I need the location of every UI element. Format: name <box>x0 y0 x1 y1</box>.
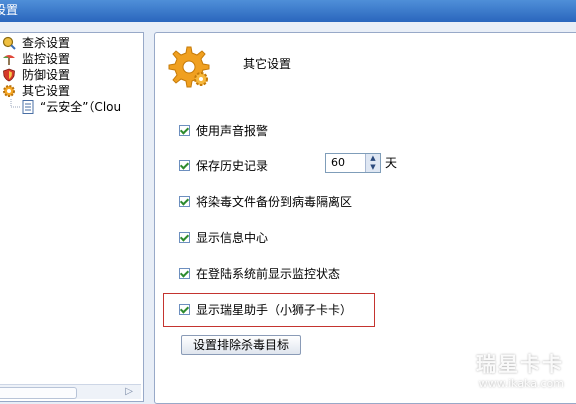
stepper-up-icon[interactable]: ▲ <box>366 154 380 163</box>
window-title: 设置 <box>0 3 19 17</box>
stepper-buttons: ▲ ▼ <box>365 154 380 172</box>
checkbox[interactable] <box>179 125 190 136</box>
option-label: 在登陆系统前显示监控状态 <box>196 267 341 281</box>
checkbox[interactable] <box>179 232 190 243</box>
scan-icon <box>2 36 16 50</box>
option-label: 使用声音报警 <box>196 124 269 138</box>
scrollbar-thumb[interactable] <box>0 387 77 399</box>
option-label: 显示信息中心 <box>196 231 269 245</box>
tree-item-label: “云安全”（Clou <box>40 100 122 114</box>
checkbox[interactable] <box>179 160 190 171</box>
section-title: 其它设置 <box>243 57 292 71</box>
horizontal-scrollbar[interactable]: ▷ <box>0 384 141 399</box>
settings-tree: 查杀设置 监控设置 防御设置 其它设置 “云安全”（Clou ▷ <box>0 32 144 402</box>
document-icon <box>22 100 34 114</box>
tree-item-label: 监控设置 <box>22 52 71 66</box>
checkbox[interactable] <box>179 304 190 315</box>
settings-gear-icon <box>168 46 210 88</box>
stepper-down-icon[interactable]: ▼ <box>366 163 380 172</box>
title-bar: 设置 <box>0 0 576 22</box>
checkbox[interactable] <box>179 196 190 207</box>
watermark: 瑞星卡卡 www.ikaka.com <box>476 348 564 390</box>
watermark-url: www.ikaka.com <box>478 377 564 390</box>
monitor-icon <box>3 55 15 65</box>
history-days-value[interactable]: 60 <box>331 156 345 169</box>
tree-item-label: 查杀设置 <box>22 36 71 50</box>
exclude-targets-button[interactable]: 设置排除杀毒目标 <box>181 335 301 355</box>
history-days-unit: 天 <box>385 156 398 170</box>
tree-item-label: 其它设置 <box>22 84 71 98</box>
option-label: 将染毒文件备份到病毒隔离区 <box>196 195 353 209</box>
gear-icon <box>3 85 15 97</box>
tree-item-label: 防御设置 <box>22 68 71 82</box>
shield-icon <box>3 68 15 82</box>
option-label: 显示瑞星助手（小狮子卡卡） <box>196 303 353 317</box>
checkbox[interactable] <box>179 268 190 279</box>
scroll-right-icon[interactable]: ▷ <box>125 385 133 399</box>
watermark-title: 瑞星卡卡 <box>476 352 564 376</box>
history-days-stepper[interactable]: 60 ▲ ▼ <box>325 153 381 173</box>
tree-connector <box>10 99 20 108</box>
option-label: 保存历史记录 <box>196 159 269 173</box>
